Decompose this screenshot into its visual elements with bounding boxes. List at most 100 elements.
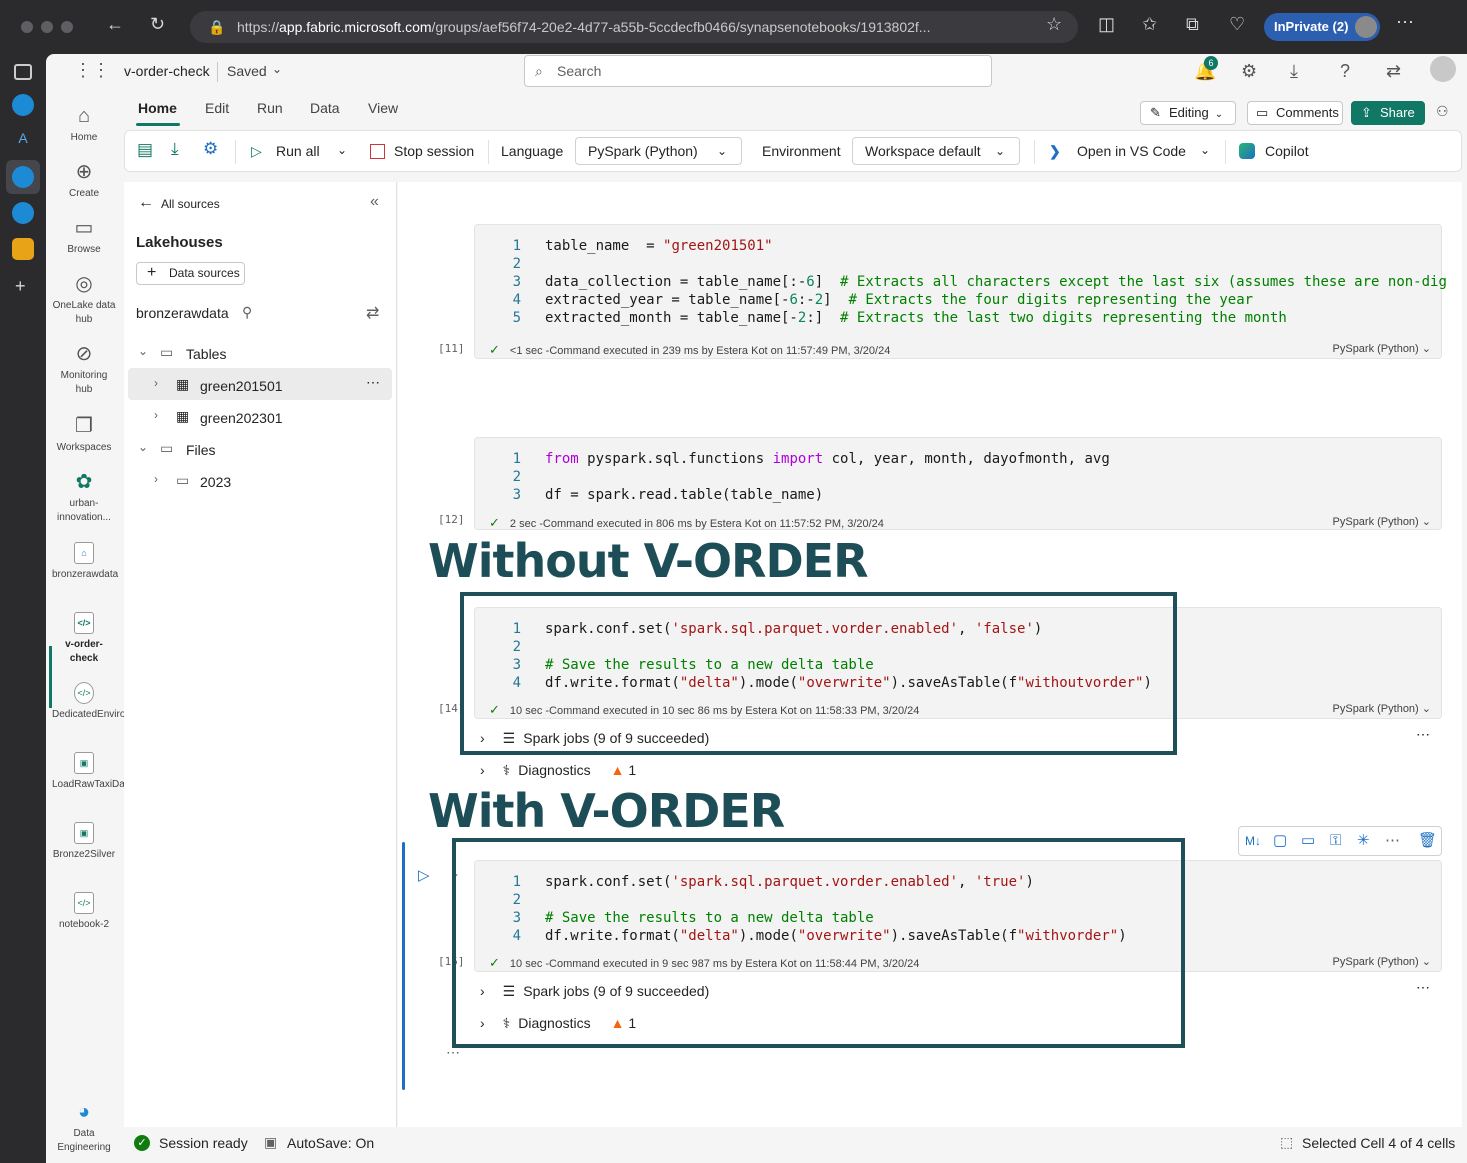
all-sources-link[interactable]: All sources (161, 197, 220, 211)
feedback-icon[interactable]: ⇄ (1386, 61, 1401, 82)
table-item[interactable]: green202301 (200, 410, 283, 426)
run-options-chevron-icon[interactable]: ⌄ (337, 143, 347, 157)
editing-mode-button[interactable]: ✎ Editing ⌄ (1140, 101, 1236, 125)
stop-session-button[interactable]: Stop session (394, 143, 474, 159)
window-zoom-button[interactable] (61, 21, 73, 33)
save-notebook-icon[interactable]: ▤ (137, 140, 153, 160)
nav-browse[interactable]: ▭ Browse (46, 216, 122, 257)
address-bar[interactable]: 🔒 https://app.fabric.microsoft.com/group… (190, 11, 1078, 43)
refresh-icon[interactable]: ↻ (150, 14, 165, 35)
split-screen-icon[interactable]: ◫ (1098, 14, 1115, 35)
add-tab-icon[interactable]: + (15, 276, 26, 297)
copilot-button[interactable]: Copilot (1265, 143, 1309, 159)
download-icon[interactable]: ⤓ (1290, 61, 1298, 82)
settings-icon[interactable]: ⚙ (1241, 61, 1257, 82)
comment-icon[interactable]: ▭ (1301, 827, 1315, 855)
profile-avatar[interactable] (1355, 16, 1377, 38)
delete-icon[interactable]: 🗑 (1418, 827, 1437, 855)
tab-edit[interactable]: Edit (205, 100, 229, 116)
code-line[interactable]: extracted_year = table_name[-6:-2] # Ext… (545, 291, 1253, 309)
nav-home[interactable]: ⌂ Home (46, 104, 122, 145)
tab-data[interactable]: Data (310, 100, 340, 116)
code-cell[interactable]: 1 2 3 4 5 table_name = "green201501" dat… (474, 224, 1447, 359)
cell-language[interactable]: PySpark (Python) ⌄ (1333, 702, 1431, 715)
code-line[interactable]: from pyspark.sql.functions import col, y… (545, 450, 1110, 468)
run-all-button[interactable]: Run all (276, 143, 320, 159)
health-icon[interactable]: ♡ (1229, 14, 1245, 35)
nav-monitoring[interactable]: ⊘ Monitoring hub (46, 342, 122, 397)
chevron-right-icon[interactable]: › (154, 408, 158, 422)
pin-icon[interactable]: ⚲ (242, 304, 252, 321)
more-options-icon[interactable]: ⋯ (1385, 827, 1400, 855)
download-icon[interactable]: ⤓ (171, 139, 179, 159)
autosave-status[interactable]: AutoSave: On (287, 1135, 374, 1151)
markdown-icon[interactable]: M↓ (1245, 827, 1261, 855)
open-vscode-button[interactable]: Open in VS Code (1077, 143, 1186, 159)
user-avatar[interactable] (1430, 56, 1456, 82)
nav-dedicated-env[interactable]: </> DedicatedEnvironment... (46, 682, 162, 722)
more-options-icon[interactable]: ⋯ (1416, 979, 1430, 996)
nav-loadrawtaxidata[interactable]: ▣ LoadRawTaxiData (46, 752, 133, 792)
window-close-button[interactable] (21, 21, 33, 33)
chevron-down-icon[interactable]: ⌄ (138, 344, 148, 358)
lock-icon[interactable]: ⚿ (1330, 827, 1341, 855)
tab-home[interactable]: Home (138, 100, 177, 116)
chevron-right-icon[interactable]: › (154, 472, 158, 486)
code-cell[interactable]: 1 2 3 from pyspark.sql.functions import … (474, 437, 1442, 530)
favorite-star-icon[interactable]: ☆ (1046, 14, 1062, 35)
more-options-icon[interactable]: ⋯ (366, 374, 380, 391)
tab-actions-icon[interactable] (14, 64, 32, 80)
vscode-options-chevron-icon[interactable]: ⌄ (1200, 143, 1210, 157)
edge-tab-icon[interactable] (12, 94, 34, 116)
save-status[interactable]: Saved (227, 63, 267, 79)
favorites-icon[interactable]: ✩ (1142, 14, 1157, 35)
nav-notebook-2[interactable]: </> notebook-2 (46, 892, 122, 932)
back-icon[interactable]: ← (106, 14, 124, 35)
azure-tab-icon[interactable]: A (12, 130, 34, 152)
language-dropdown[interactable]: PySpark (Python) ⌄ (575, 137, 742, 165)
tab-view[interactable]: View (368, 100, 398, 116)
comments-button[interactable]: ▭ Comments (1247, 101, 1343, 125)
more-icon[interactable]: ⋯ (1396, 12, 1414, 33)
fabric-tab-icon[interactable] (12, 166, 34, 188)
nav-bronze2silver[interactable]: ▣ Bronze2Silver (46, 822, 122, 862)
collapse-panel-icon[interactable]: « (370, 193, 379, 211)
run-cell-icon[interactable]: ▷ (418, 866, 430, 884)
window-minimize-button[interactable] (41, 21, 53, 33)
powerbi-tab-icon[interactable] (12, 238, 34, 260)
collaborators-icon[interactable]: ⚇ (1436, 103, 1449, 120)
session-status[interactable]: Session ready (159, 1135, 248, 1151)
diagnostics-expander[interactable]: › ⚕ Diagnostics ▲ 1 (480, 762, 636, 779)
code-line[interactable]: extracted_month = table_name[-2:] # Extr… (545, 309, 1287, 327)
share-button[interactable]: ⇪ Share (1351, 101, 1425, 125)
edge-tab-icon-2[interactable] (12, 202, 34, 224)
collections-icon[interactable]: ⧉ (1186, 14, 1199, 35)
add-cell-more-icon[interactable]: ⋯ (446, 1044, 460, 1061)
search-input[interactable]: ⌕ Search (524, 55, 992, 87)
table-item[interactable]: green201501 (200, 378, 283, 394)
switch-lakehouse-icon[interactable]: ⇄ (366, 303, 379, 323)
lakehouse-name[interactable]: bronzerawdata (136, 305, 229, 321)
back-arrow-icon[interactable]: ← (138, 194, 154, 212)
help-icon[interactable]: ? (1340, 61, 1350, 82)
tables-folder[interactable]: Tables (186, 346, 226, 362)
code-line[interactable]: data_collection = table_name[:-6] # Extr… (545, 273, 1447, 291)
add-data-sources-button[interactable]: + Data sources (136, 262, 245, 285)
cell-language[interactable]: PySpark (Python) ⌄ (1333, 955, 1431, 968)
nav-create[interactable]: ⊕ Create (46, 160, 122, 201)
nav-v-order-check[interactable]: </> v-order-check (46, 612, 122, 666)
nav-data-engineering[interactable]: ◕ Data Engineering (46, 1100, 122, 1155)
nav-workspace-urban[interactable]: ✿ urban-innovation... (46, 470, 122, 525)
code-line[interactable]: table_name = "green201501" (545, 237, 773, 255)
code-line[interactable]: df = spark.read.table(table_name) (545, 486, 823, 504)
app-launcher-icon[interactable]: ⋮⋮ (74, 60, 110, 81)
chevron-right-icon[interactable]: › (154, 376, 158, 390)
nav-bronzerawdata[interactable]: ⌂ bronzerawdata (46, 542, 122, 582)
file-folder-item[interactable]: 2023 (200, 474, 231, 490)
environment-dropdown[interactable]: Workspace default ⌄ (852, 137, 1020, 165)
notebook-title[interactable]: v-order-check (124, 63, 210, 79)
cell-language[interactable]: PySpark (Python) ⌄ (1333, 515, 1431, 528)
nav-workspaces[interactable]: ❐ Workspaces (46, 414, 122, 455)
freeze-icon[interactable]: ✳ (1357, 827, 1370, 855)
cell-language[interactable]: PySpark (Python) ⌄ (1333, 342, 1431, 355)
